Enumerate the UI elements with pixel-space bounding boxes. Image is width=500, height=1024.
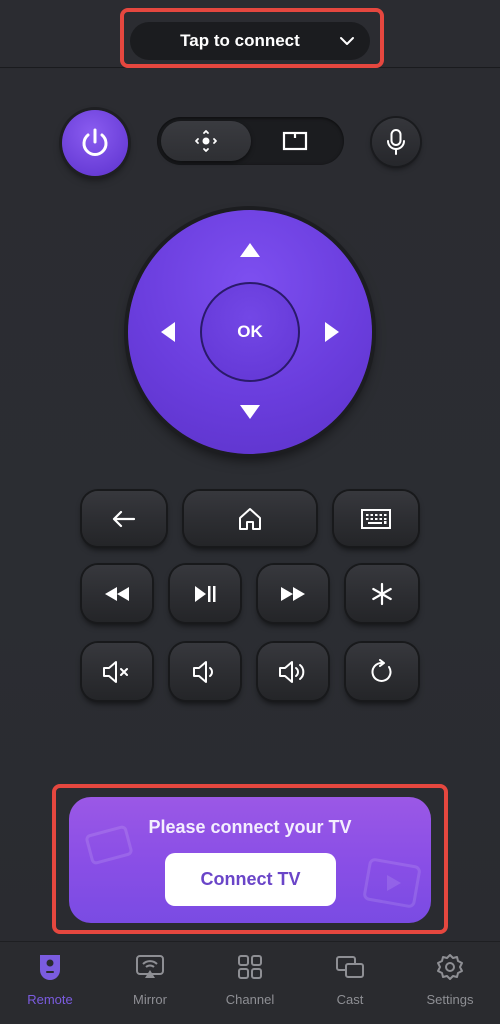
- touchpad-icon: [282, 131, 308, 151]
- promo-title: Please connect your TV: [148, 817, 352, 837]
- touchpad-mode-button[interactable]: [250, 121, 340, 161]
- dpad-right-button[interactable]: [320, 320, 344, 344]
- keyboard-icon: [361, 508, 391, 529]
- power-button[interactable]: [62, 110, 128, 176]
- arrow-left-icon: [161, 322, 175, 342]
- arrow-right-icon: [325, 322, 339, 342]
- tab-settings[interactable]: Settings: [400, 952, 500, 1012]
- home-button[interactable]: [184, 491, 316, 546]
- tab-remote-label: Remote: [27, 992, 73, 1007]
- ok-label: OK: [237, 322, 263, 341]
- dpad-down-button[interactable]: [238, 400, 262, 424]
- arrow-down-icon: [240, 405, 260, 419]
- highlight-annotation-top: [120, 8, 384, 68]
- mode-toggle: [157, 117, 344, 165]
- replay-button[interactable]: [346, 643, 418, 700]
- bottom-tab-bar: Remote Mirror Channel Cast Settings: [0, 941, 500, 1024]
- fast-forward-icon: [281, 586, 305, 601]
- rewind-icon: [105, 586, 129, 601]
- tab-settings-label: Settings: [426, 992, 474, 1007]
- replay-icon: [371, 658, 392, 682]
- back-button[interactable]: [82, 491, 166, 546]
- tab-cast-label: Cast: [336, 992, 364, 1007]
- microphone-icon: [387, 129, 405, 155]
- channel-grid-icon: [238, 955, 262, 979]
- ok-button[interactable]: OK: [200, 282, 300, 382]
- play-pause-button[interactable]: [170, 565, 240, 622]
- mirror-icon: [136, 955, 164, 978]
- tab-mirror-label: Mirror: [133, 992, 167, 1007]
- settings-gear-icon: [437, 954, 463, 980]
- rewind-button[interactable]: [82, 565, 152, 622]
- tab-cast[interactable]: Cast: [300, 952, 400, 1012]
- dpad-up-button[interactable]: [238, 238, 262, 262]
- power-icon: [82, 128, 108, 156]
- tab-channel-label: Channel: [225, 992, 275, 1007]
- mute-button[interactable]: [82, 643, 152, 700]
- move-icon: [195, 130, 217, 152]
- arrow-up-icon: [240, 243, 260, 257]
- cast-icon: [336, 956, 364, 978]
- home-icon: [239, 507, 261, 530]
- tab-channel[interactable]: Channel: [200, 952, 300, 1012]
- volume-down-icon: [193, 660, 213, 683]
- tab-remote[interactable]: Remote: [0, 952, 100, 1012]
- connect-tv-banner: Please connect your TV Connect TV: [69, 797, 431, 923]
- mute-icon: [103, 660, 128, 683]
- dpad-mode-button[interactable]: [161, 121, 251, 161]
- dpad: OK: [128, 210, 372, 454]
- connect-tv-button[interactable]: Connect TV: [165, 853, 336, 906]
- fast-forward-button[interactable]: [258, 565, 328, 622]
- options-button[interactable]: [346, 565, 418, 622]
- remote-icon: [40, 955, 60, 980]
- volume-down-button[interactable]: [170, 643, 240, 700]
- play-pause-icon: [195, 585, 216, 602]
- keyboard-button[interactable]: [334, 491, 418, 546]
- back-icon: [112, 510, 136, 527]
- voice-button[interactable]: [372, 118, 420, 166]
- volume-up-button[interactable]: [258, 643, 328, 700]
- decorative-play-icon: [363, 858, 421, 908]
- dpad-left-button[interactable]: [156, 320, 180, 344]
- volume-up-icon: [279, 660, 305, 683]
- asterisk-icon: [372, 582, 392, 605]
- tab-mirror[interactable]: Mirror: [100, 952, 200, 1012]
